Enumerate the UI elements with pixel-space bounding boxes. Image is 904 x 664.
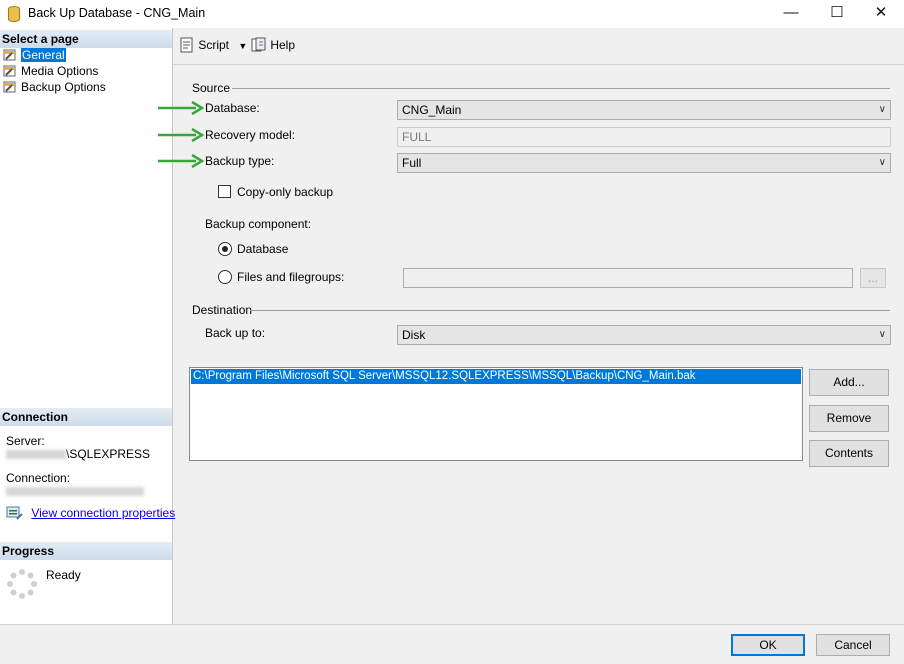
progress-status: Ready xyxy=(46,568,81,582)
recovery-model-field: FULL xyxy=(397,127,891,147)
page-wrench-icon xyxy=(3,49,17,61)
contents-button[interactable]: Contents xyxy=(809,440,889,467)
backup-component-label: Backup component: xyxy=(205,217,312,231)
blurred-connection-value xyxy=(6,487,144,496)
ok-button[interactable]: OK xyxy=(731,634,805,656)
radio-files-filegroups[interactable] xyxy=(218,270,232,284)
window-title: Back Up Database - CNG_Main xyxy=(28,6,206,20)
back-up-to-combo[interactable]: Disk ∨ xyxy=(397,325,891,345)
list-item[interactable]: C:\Program Files\Microsoft SQL Server\MS… xyxy=(191,369,801,384)
database-value: CNG_Main xyxy=(402,103,462,117)
source-divider xyxy=(232,88,890,89)
destination-path-list[interactable]: C:\Program Files\Microsoft SQL Server\MS… xyxy=(189,367,803,461)
cancel-button[interactable]: Cancel xyxy=(816,634,890,656)
toolbar: Script ▼ Help xyxy=(173,28,904,65)
help-button[interactable]: Help xyxy=(251,37,295,53)
backup-type-combo[interactable]: Full ∨ xyxy=(397,153,891,173)
server-label: Server: xyxy=(6,434,45,448)
destination-group-label: Destination xyxy=(192,303,253,317)
radio-dot xyxy=(222,246,228,252)
backup-type-value: Full xyxy=(402,156,422,170)
copy-only-label: Copy-only backup xyxy=(237,185,334,199)
page-wrench-icon xyxy=(3,65,17,77)
green-arrow-icon xyxy=(158,153,204,169)
properties-icon xyxy=(6,506,23,520)
database-icon xyxy=(8,6,20,22)
green-arrow-icon xyxy=(158,100,204,116)
copy-only-checkbox[interactable] xyxy=(218,185,231,198)
maximize-button[interactable]: ☐ xyxy=(814,0,860,28)
select-page-header: Select a page xyxy=(0,30,172,48)
script-label: Script xyxy=(198,38,230,52)
view-connection-properties-link[interactable]: View connection properties xyxy=(6,505,175,521)
green-arrow-icon xyxy=(158,127,204,143)
radio-database-label: Database xyxy=(237,242,289,256)
radio-database[interactable] xyxy=(218,242,232,256)
help-label: Help xyxy=(270,38,296,52)
database-label: Database: xyxy=(205,101,260,115)
page-item-general[interactable]: General xyxy=(3,47,66,63)
progress-header: Progress xyxy=(0,542,172,560)
page-wrench-icon xyxy=(3,81,17,93)
add-button[interactable]: Add... xyxy=(809,369,889,396)
radio-files-label: Files and filegroups: xyxy=(237,270,345,284)
progress-spinner-icon xyxy=(7,569,37,599)
script-icon xyxy=(180,37,193,53)
back-up-to-value: Disk xyxy=(402,328,426,342)
page-label: General xyxy=(21,48,66,62)
footer-bar: OK Cancel xyxy=(0,624,904,664)
backup-type-label: Backup type: xyxy=(205,154,275,168)
page-item-backup-options[interactable]: Backup Options xyxy=(3,79,106,95)
minimize-button[interactable]: — xyxy=(768,0,814,28)
script-button[interactable]: Script ▼ xyxy=(179,37,247,53)
blurred-server-name xyxy=(6,450,66,460)
server-value: \SQLEXPRESS xyxy=(66,447,151,461)
chevron-down-icon: ∨ xyxy=(878,329,886,340)
left-panel: Select a page General Media Options Back… xyxy=(0,28,175,624)
remove-button[interactable]: Remove xyxy=(809,405,889,432)
back-up-to-label: Back up to: xyxy=(205,326,266,340)
link-label: View connection properties xyxy=(31,506,176,520)
close-button[interactable]: ✕ xyxy=(858,0,904,28)
page-item-media-options[interactable]: Media Options xyxy=(3,63,98,79)
recovery-model-label: Recovery model: xyxy=(205,128,296,142)
help-icon xyxy=(251,37,266,52)
chevron-down-icon: ∨ xyxy=(878,104,886,115)
server-value-row: \SQLEXPRESS xyxy=(6,447,150,461)
page-label: Media Options xyxy=(21,64,99,78)
title-bar: Back Up Database - CNG_Main — ☐ ✕ xyxy=(0,0,904,28)
source-group-label: Source xyxy=(192,81,231,95)
files-filegroups-field xyxy=(403,268,853,288)
page-label: Backup Options xyxy=(21,80,106,94)
destination-divider xyxy=(250,310,890,311)
chevron-down-icon: ∨ xyxy=(878,157,886,168)
database-combo[interactable]: CNG_Main ∨ xyxy=(397,100,891,120)
dropdown-arrow-icon[interactable]: ▼ xyxy=(238,41,247,51)
connection-label: Connection: xyxy=(6,471,71,485)
files-browse-button: ... xyxy=(860,268,886,288)
connection-header: Connection xyxy=(0,408,172,426)
